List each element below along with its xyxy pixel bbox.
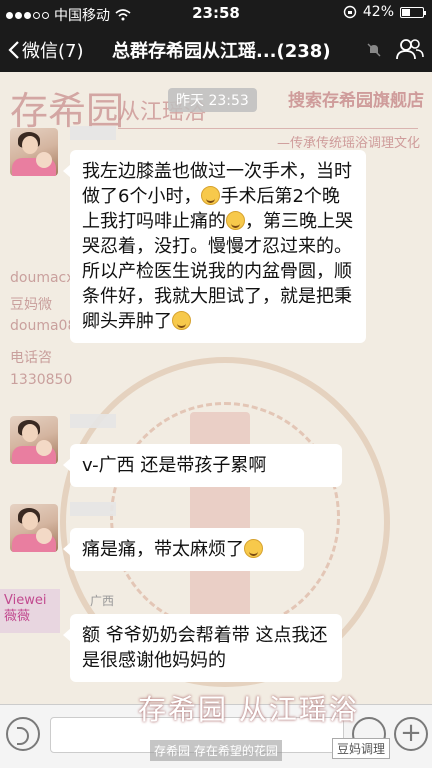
battery-icon [400,6,426,18]
message-text: 额 爷爷奶奶会帮着带 这点我还是很感谢他妈妈的 [82,625,328,671]
time-divider: 昨天 23:53 [168,88,257,112]
rotation-lock-icon [343,5,357,19]
voice-input-button[interactable] [6,717,40,751]
back-button[interactable]: 微信(7) [8,37,84,63]
awkward-smile-emoji-icon [244,539,263,558]
avatar[interactable] [10,504,58,552]
status-bar: 中国移动 23:58 42% [0,0,432,26]
message-bubble[interactable]: 额 爷爷奶奶会帮着带 这点我还是很感谢他妈妈的 [63,614,342,682]
avatar[interactable] [10,416,58,464]
sender-name-blurred [70,126,116,140]
back-label: 微信(7) [22,41,84,62]
chevron-left-icon [8,41,19,59]
wallpaper-search-text: 搜索存希园旗舰店 [288,91,424,111]
more-button[interactable]: + [394,717,428,751]
chat-title: 总群存希园从江瑶...(238) [112,41,331,62]
wallpaper-side-text: 电话咨 [10,350,52,366]
wallpaper-slogan: —传承传统瑶浴调理文化 [276,136,420,151]
wallpaper-side-text: 1330850 [10,372,73,388]
group-members-icon[interactable] [396,37,424,61]
nav-bar: 微信(7) 总群存希园从江瑶...(238) [0,26,432,72]
battery-percent: 42% [362,4,394,20]
scared-emoji-icon [226,211,245,230]
watermark-text: 存希园 从江瑶浴 [138,693,359,726]
message-bubble[interactable]: 我左边膝盖也做过一次手术，当时做了6个小时， 手术后第2个晚上我打吗啡止痛的 ，第三… [63,150,366,343]
status-right: 42% [343,4,426,20]
sender-name: 广西 [90,594,115,608]
watermark-tag: 豆妈调理 [332,738,391,759]
awkward-smile-emoji-icon [201,186,221,205]
message-bubble[interactable]: v-广西 还是带孩子累啊 [63,444,342,487]
message-text: 痛是痛，带太麻烦了 [82,539,244,560]
grin-emoji-icon [172,311,191,330]
message-text: v-广西 还是带孩子累啊 [82,455,267,476]
sender-name-blurred [70,414,116,428]
chat-area[interactable]: 存希园 从江瑶浴 搜索存希园旗舰店 —传承传统瑶浴调理文化 doumacx 豆妈… [0,72,432,704]
message-bubble[interactable]: 痛是痛，带太麻烦了 [63,528,304,571]
wallpaper-divider [118,128,418,129]
vivi-logo: Viewei 薇薇 [0,589,60,633]
sender-name-blurred [70,502,116,516]
avatar[interactable] [10,128,58,176]
wallpaper-side-text: 豆妈微 [10,297,52,313]
wallpaper-side-text: doumacx [10,270,75,286]
wallpaper-side-text: douma08 [10,318,77,334]
mute-bell-icon [367,43,381,57]
watermark-banner: 存希园 存在希望的花园 [150,740,282,761]
